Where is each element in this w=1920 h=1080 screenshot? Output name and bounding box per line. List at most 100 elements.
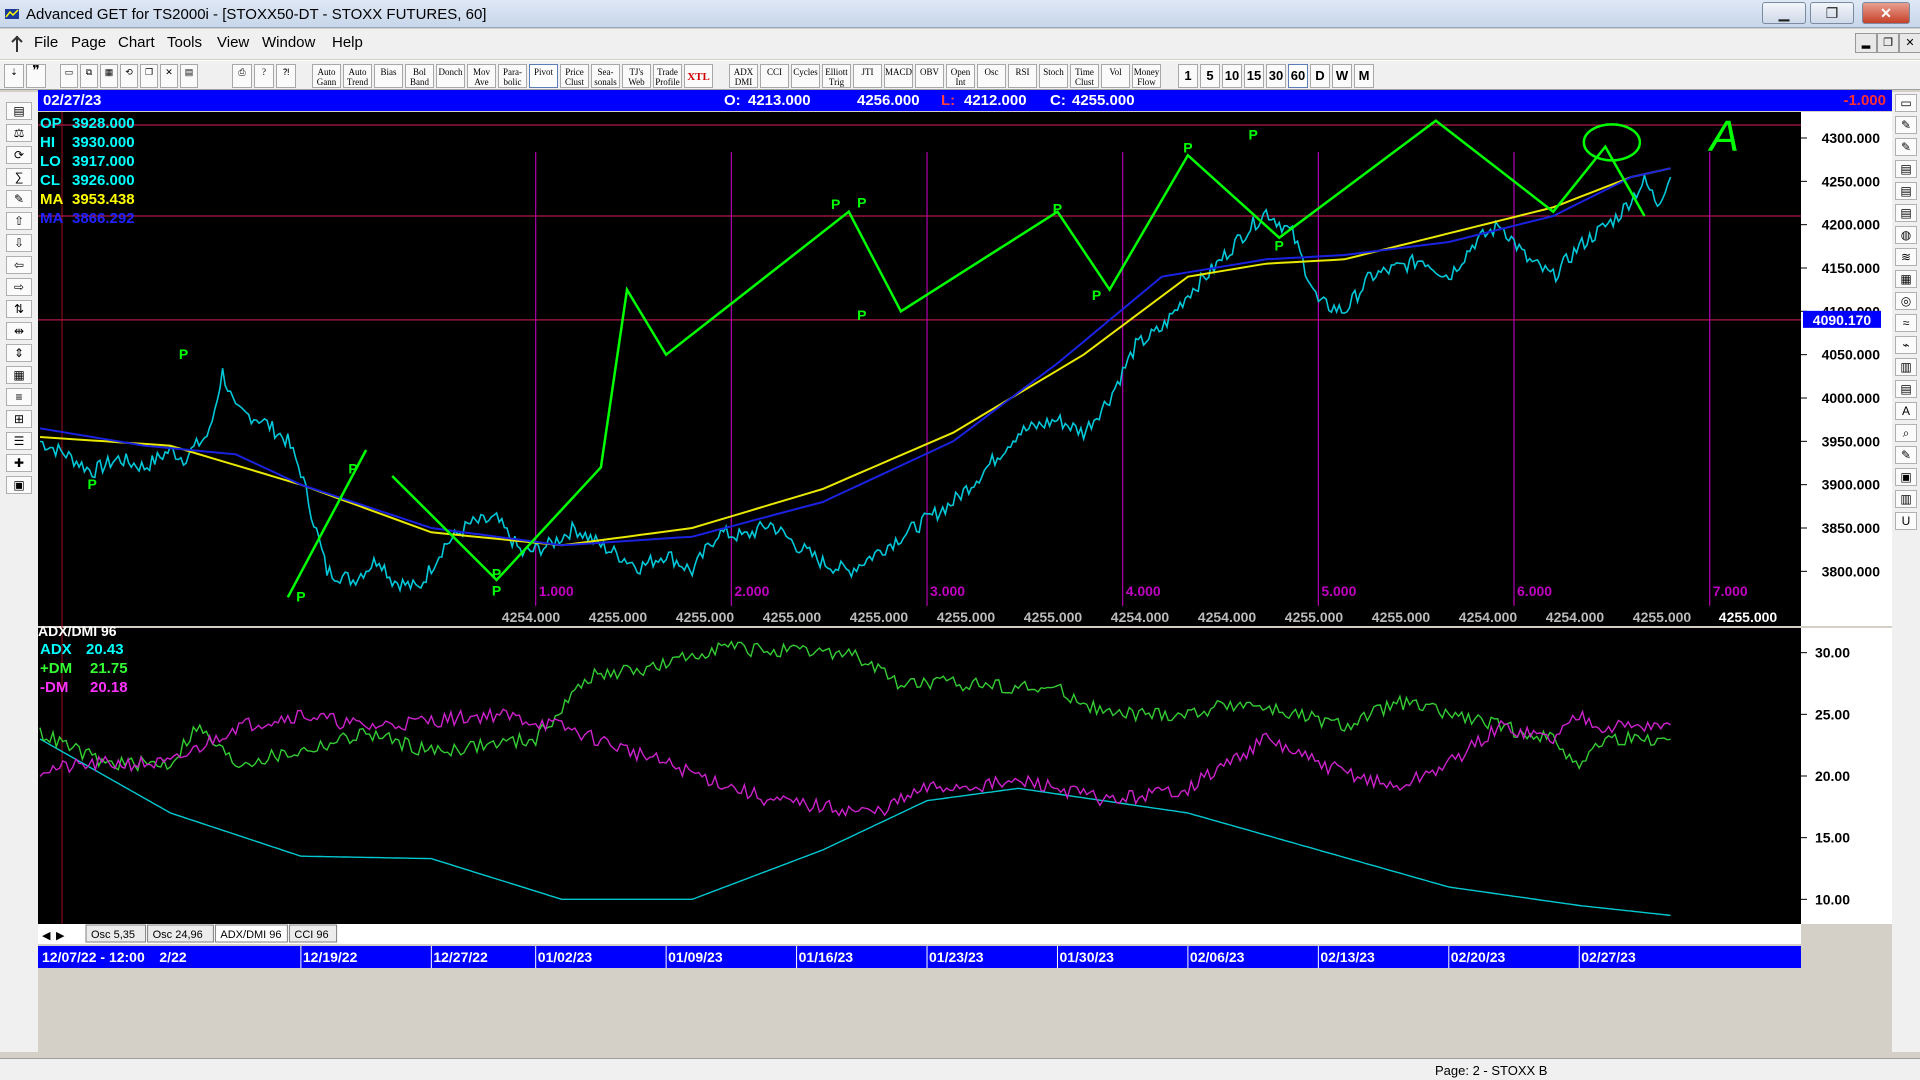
right-tool-icon[interactable]: ◎ — [1895, 292, 1917, 310]
study-button-bol-band[interactable]: Bol Band — [405, 64, 434, 88]
right-tool-icon[interactable]: ≈ — [1895, 314, 1917, 332]
left-tool-icon[interactable]: ☰ — [6, 432, 32, 450]
left-tool-icon[interactable]: ▣ — [6, 476, 32, 494]
study-button-obv[interactable]: OBV — [915, 64, 944, 88]
study-button-donch[interactable]: Donch — [436, 64, 465, 88]
print-icon[interactable]: ⎙ — [232, 64, 252, 88]
tab-scroll-left-icon[interactable]: ◀ — [42, 930, 51, 942]
maximize-button[interactable]: ❐ — [1810, 2, 1854, 24]
window-icon[interactable]: ❐ — [140, 64, 158, 88]
left-tool-icon[interactable]: ▤ — [6, 102, 32, 120]
left-tool-icon[interactable]: ⇦ — [6, 256, 32, 274]
refresh-icon[interactable]: ⟲ — [120, 64, 138, 88]
left-tool-icon[interactable]: ⇹ — [6, 322, 32, 340]
right-tool-icon[interactable]: ≋ — [1895, 248, 1917, 266]
interval-button-15[interactable]: 15 — [1244, 64, 1264, 88]
left-tool-icon[interactable]: ⊞ — [6, 410, 32, 428]
help-icon[interactable]: ? — [254, 64, 274, 88]
minimize-button[interactable]: ▁ — [1762, 2, 1806, 24]
study-button-cci[interactable]: CCI — [760, 64, 789, 88]
close-button[interactable]: ✕ — [1862, 2, 1910, 24]
tab-label[interactable]: Osc 5,35 — [91, 929, 135, 941]
new-page-icon[interactable]: ▭ — [60, 64, 78, 88]
study-button-adx-dmi[interactable]: ADX DMI — [729, 64, 758, 88]
study-button-sea-sonals[interactable]: Sea-sonals — [591, 64, 620, 88]
right-tool-icon[interactable]: U — [1895, 512, 1917, 530]
left-tool-icon[interactable]: ⟳ — [6, 146, 32, 164]
menu-tools[interactable]: Tools — [167, 34, 202, 51]
interval-button-5[interactable]: 5 — [1200, 64, 1220, 88]
left-tool-icon[interactable]: ⇕ — [6, 344, 32, 362]
left-tool-icon[interactable]: ⇩ — [6, 234, 32, 252]
right-tool-icon[interactable]: ▣ — [1895, 468, 1917, 486]
interval-button-30[interactable]: 30 — [1266, 64, 1286, 88]
study-button-xtl[interactable]: XTL — [684, 64, 713, 88]
interval-button-m[interactable]: M — [1354, 64, 1374, 88]
right-tool-icon[interactable]: ▤ — [1895, 380, 1917, 398]
right-tool-icon[interactable]: ▤ — [1895, 182, 1917, 200]
right-tool-icon[interactable]: ◍ — [1895, 226, 1917, 244]
study-button-osc[interactable]: Osc — [977, 64, 1006, 88]
study-button-money-flow[interactable]: Money Flow — [1132, 64, 1161, 88]
study-button-macd[interactable]: MACD — [884, 64, 913, 88]
delete-icon[interactable]: ✕ — [160, 64, 178, 88]
right-tool-icon[interactable]: ✎ — [1895, 446, 1917, 464]
menu-page[interactable]: Page — [71, 34, 106, 51]
left-tool-icon[interactable]: ✚ — [6, 454, 32, 472]
study-button-pivot[interactable]: Pivot — [529, 64, 558, 88]
left-tool-icon[interactable]: ⚖ — [6, 124, 32, 142]
study-button-auto-trend[interactable]: Auto Trend — [343, 64, 372, 88]
copy-page-icon[interactable]: ⧉ — [80, 64, 98, 88]
right-tool-icon[interactable]: ⌁ — [1895, 336, 1917, 354]
left-tool-icon[interactable]: ⇨ — [6, 278, 32, 296]
study-button-price-clust[interactable]: Price Clust — [560, 64, 589, 88]
left-tool-icon[interactable]: ⇅ — [6, 300, 32, 318]
study-button-time-clust[interactable]: Time Clust — [1070, 64, 1099, 88]
mdi-minimize-button[interactable]: ▂ — [1855, 33, 1877, 53]
menu-file[interactable]: File — [34, 34, 58, 51]
tab-label[interactable]: ADX/DMI 96 — [220, 929, 281, 941]
adx-panel[interactable] — [38, 628, 1801, 924]
left-tool-icon[interactable]: ≡ — [6, 388, 32, 406]
study-button-open-int[interactable]: Open Int — [946, 64, 975, 88]
menu-view[interactable]: View — [217, 34, 249, 51]
quote-icon[interactable]: ❞ — [26, 64, 46, 88]
study-button-mov-ave[interactable]: Mov Ave — [467, 64, 496, 88]
interval-button-60[interactable]: 60 — [1288, 64, 1308, 88]
interval-button-10[interactable]: 10 — [1222, 64, 1242, 88]
interval-button-d[interactable]: D — [1310, 64, 1330, 88]
study-button-tj-s-web[interactable]: TJ's Web — [622, 64, 651, 88]
right-tool-icon[interactable]: ▥ — [1895, 490, 1917, 508]
left-tool-icon[interactable]: ∑ — [6, 168, 32, 186]
left-tool-icon[interactable]: ✎ — [6, 190, 32, 208]
right-tool-icon[interactable]: ⌕ — [1895, 424, 1917, 442]
annotation-letter[interactable]: A — [1707, 112, 1739, 161]
study-button-elliott-trig[interactable]: Elliott Trig — [822, 64, 851, 88]
interval-button-1[interactable]: 1 — [1178, 64, 1198, 88]
mdi-restore-button[interactable]: ❐ — [1877, 33, 1899, 53]
context-help-icon[interactable]: ⁈ — [276, 64, 296, 88]
right-tool-icon[interactable]: ▭ — [1895, 94, 1917, 112]
study-button-rsi[interactable]: RSI — [1008, 64, 1037, 88]
left-tool-icon[interactable]: ⇧ — [6, 212, 32, 230]
study-button-stoch[interactable]: Stoch — [1039, 64, 1068, 88]
left-tool-icon[interactable]: ▦ — [6, 366, 32, 384]
right-tool-icon[interactable]: ▦ — [1895, 270, 1917, 288]
interval-button-w[interactable]: W — [1332, 64, 1352, 88]
right-tool-icon[interactable]: ▤ — [1895, 204, 1917, 222]
right-tool-icon[interactable]: ▤ — [1895, 160, 1917, 178]
menu-chart[interactable]: Chart — [118, 34, 155, 51]
right-tool-icon[interactable]: A — [1895, 402, 1917, 420]
tab-scroll-right-icon[interactable]: ▶ — [56, 930, 65, 942]
right-tool-icon[interactable]: ✎ — [1895, 116, 1917, 134]
chart-area[interactable]: 02/27/23 O: 4213.000 4256.000 L: 4212.00… — [38, 90, 1892, 1058]
menu-help[interactable]: Help — [332, 34, 363, 51]
study-button-auto-gann[interactable]: Auto Gann — [312, 64, 341, 88]
grid-icon[interactable]: ▤ — [180, 64, 198, 88]
study-button-jti[interactable]: JTI — [853, 64, 882, 88]
layout-icon[interactable]: ▦ — [100, 64, 118, 88]
menu-window[interactable]: Window — [262, 34, 315, 51]
study-button-para-bolic[interactable]: Para-bolic — [498, 64, 527, 88]
study-button-vol[interactable]: Vol — [1101, 64, 1130, 88]
mdi-close-button[interactable]: ✕ — [1899, 33, 1920, 53]
